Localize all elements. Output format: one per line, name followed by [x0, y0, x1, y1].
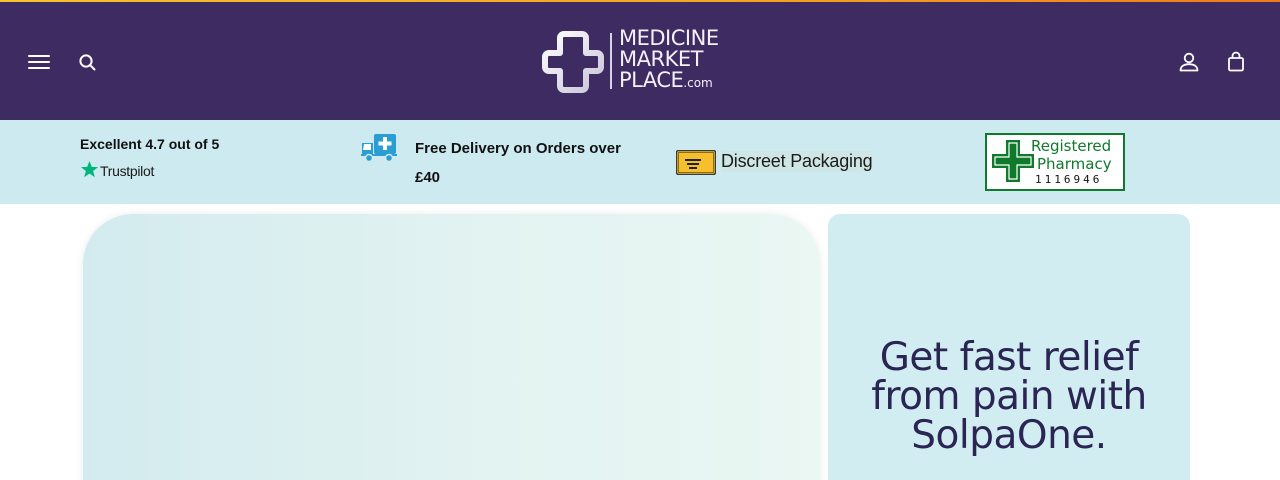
account-button[interactable] — [1178, 51, 1200, 73]
account-icon — [1179, 52, 1199, 72]
discreet-packaging-text: Discreet Packaging — [721, 151, 873, 172]
logo-cross-icon — [542, 31, 604, 93]
delivery-truck-icon — [361, 134, 397, 163]
badge-registration-number: 1116946 — [1035, 173, 1103, 186]
search-icon — [79, 54, 96, 71]
menu-icon — [28, 55, 50, 57]
promo-heading: Get fast relief from pain with SolpaOne. — [871, 335, 1147, 458]
menu-icon-line — [28, 61, 50, 63]
hero-banner[interactable] — [83, 214, 820, 480]
menu-icon-line — [28, 67, 50, 69]
star-icon — [80, 160, 99, 178]
trustpilot-rating-text: Excellent 4.7 out of 5 — [80, 136, 220, 152]
site-header: MEDICINE MARKET PLACE.com — [0, 2, 1280, 120]
logo-line-2: MARKET — [619, 47, 703, 71]
badge-line-2: Pharmacy — [1037, 155, 1112, 173]
badge-line-1: Registered — [1031, 137, 1112, 155]
cart-button[interactable] — [1226, 51, 1246, 73]
logo-divider — [610, 33, 612, 89]
cart-icon — [1228, 51, 1244, 72]
promo-card[interactable]: Get fast relief from pain with SolpaOne. — [828, 214, 1190, 480]
trustpilot-label: Trustpilot — [100, 163, 155, 179]
logo-line-1: MEDICINE — [619, 26, 719, 50]
logo-suffix: .com — [683, 76, 713, 90]
site-logo[interactable]: MEDICINE MARKET PLACE.com — [542, 28, 742, 94]
search-button[interactable] — [78, 53, 98, 73]
package-icon — [676, 150, 716, 175]
menu-button[interactable] — [28, 55, 50, 71]
registered-pharmacy-badge[interactable]: Registered Pharmacy 1116946 — [985, 133, 1125, 191]
logo-wordmark: MEDICINE MARKET PLACE.com — [619, 28, 719, 94]
free-delivery-text: Free Delivery on Orders over £40 — [415, 140, 621, 186]
logo-line-3: PLACE.com — [619, 70, 719, 94]
logo-line-3-text: PLACE — [619, 68, 684, 92]
